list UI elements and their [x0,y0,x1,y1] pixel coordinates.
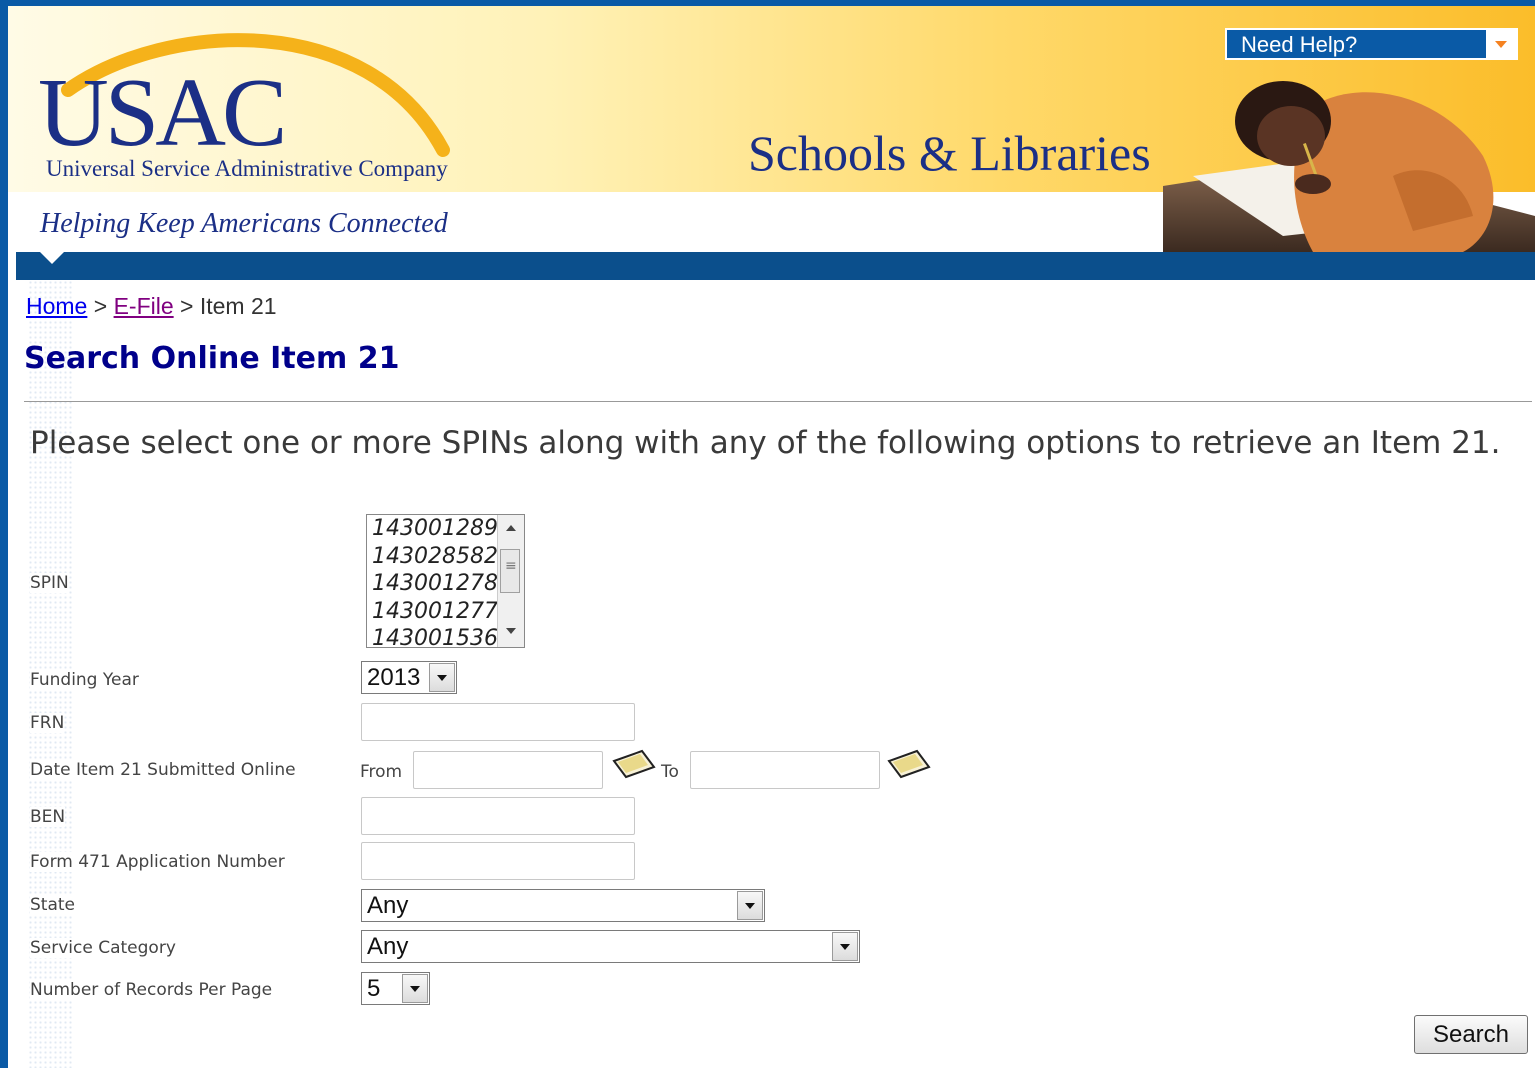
nav-notch [40,252,64,264]
records-per-page-value: 5 [367,975,381,1002]
scroll-thumb[interactable] [500,549,520,593]
search-button[interactable]: Search [1414,1015,1528,1054]
site-header: USAC Universal Service Administrative Co… [8,6,1535,252]
scroll-down-arrow-icon[interactable] [506,628,516,634]
student-photo [1163,81,1535,252]
service-category-select[interactable]: Any [361,930,860,963]
program-title: Schools & Libraries [748,125,1151,181]
state-select[interactable]: Any [361,889,765,922]
breadcrumb: Home > E-File > Item 21 [26,293,277,320]
state-value: Any [367,892,409,919]
company-name: Universal Service Administrative Company [46,156,448,181]
service-category-value: Any [367,933,409,960]
service-category-label: Service Category [30,938,176,958]
chevron-down-icon[interactable] [429,663,455,692]
form471-input[interactable] [361,842,635,880]
chevron-down-icon[interactable] [737,891,763,920]
funding-year-label: Funding Year [30,670,139,690]
funding-year-select[interactable]: 2013 [361,661,457,694]
state-label: State [30,895,75,915]
usac-logo[interactable]: USAC [38,64,287,162]
records-per-page-select[interactable]: 5 [361,972,430,1005]
calendar-icon[interactable] [885,747,933,779]
from-label: From [360,762,403,782]
chevron-down-icon[interactable] [832,932,858,961]
frn-input[interactable] [361,703,635,741]
tagline: Helping Keep Americans Connected [40,208,448,239]
breadcrumb-separator: > [180,293,194,319]
instructions-text: Please select one or more SPINs along wi… [30,425,1501,461]
breadcrumb-home-link[interactable]: Home [26,293,87,319]
breadcrumb-efile-link[interactable]: E-File [114,293,174,319]
scroll-up-arrow-icon[interactable] [506,525,516,531]
breadcrumb-current: Item 21 [199,293,277,319]
spin-scrollbar[interactable] [497,515,524,647]
ben-input[interactable] [361,797,635,835]
date-to-input[interactable] [690,751,880,789]
spin-listbox[interactable]: 143001289 143028582 143001278 143001277 … [366,514,525,648]
spin-label: SPIN [30,573,69,593]
ben-label: BEN [30,807,66,827]
need-help-label: Need Help? [1241,32,1358,57]
need-help-select[interactable]: Need Help? [1225,28,1518,60]
calendar-icon[interactable] [610,747,658,779]
chevron-down-icon[interactable] [1486,30,1516,58]
records-per-page-label: Number of Records Per Page [30,980,273,1000]
page-title: Search Online Item 21 [24,341,400,376]
form471-label: Form 471 Application Number [30,852,285,872]
date-submitted-label: Date Item 21 Submitted Online [30,760,296,780]
to-label: To [661,762,679,782]
funding-year-value: 2013 [367,664,421,691]
chevron-down-icon[interactable] [402,974,428,1003]
title-divider [24,401,1532,402]
frn-label: FRN [30,713,65,733]
date-from-input[interactable] [413,751,603,789]
nav-bar [16,252,1535,280]
breadcrumb-separator: > [93,293,108,319]
